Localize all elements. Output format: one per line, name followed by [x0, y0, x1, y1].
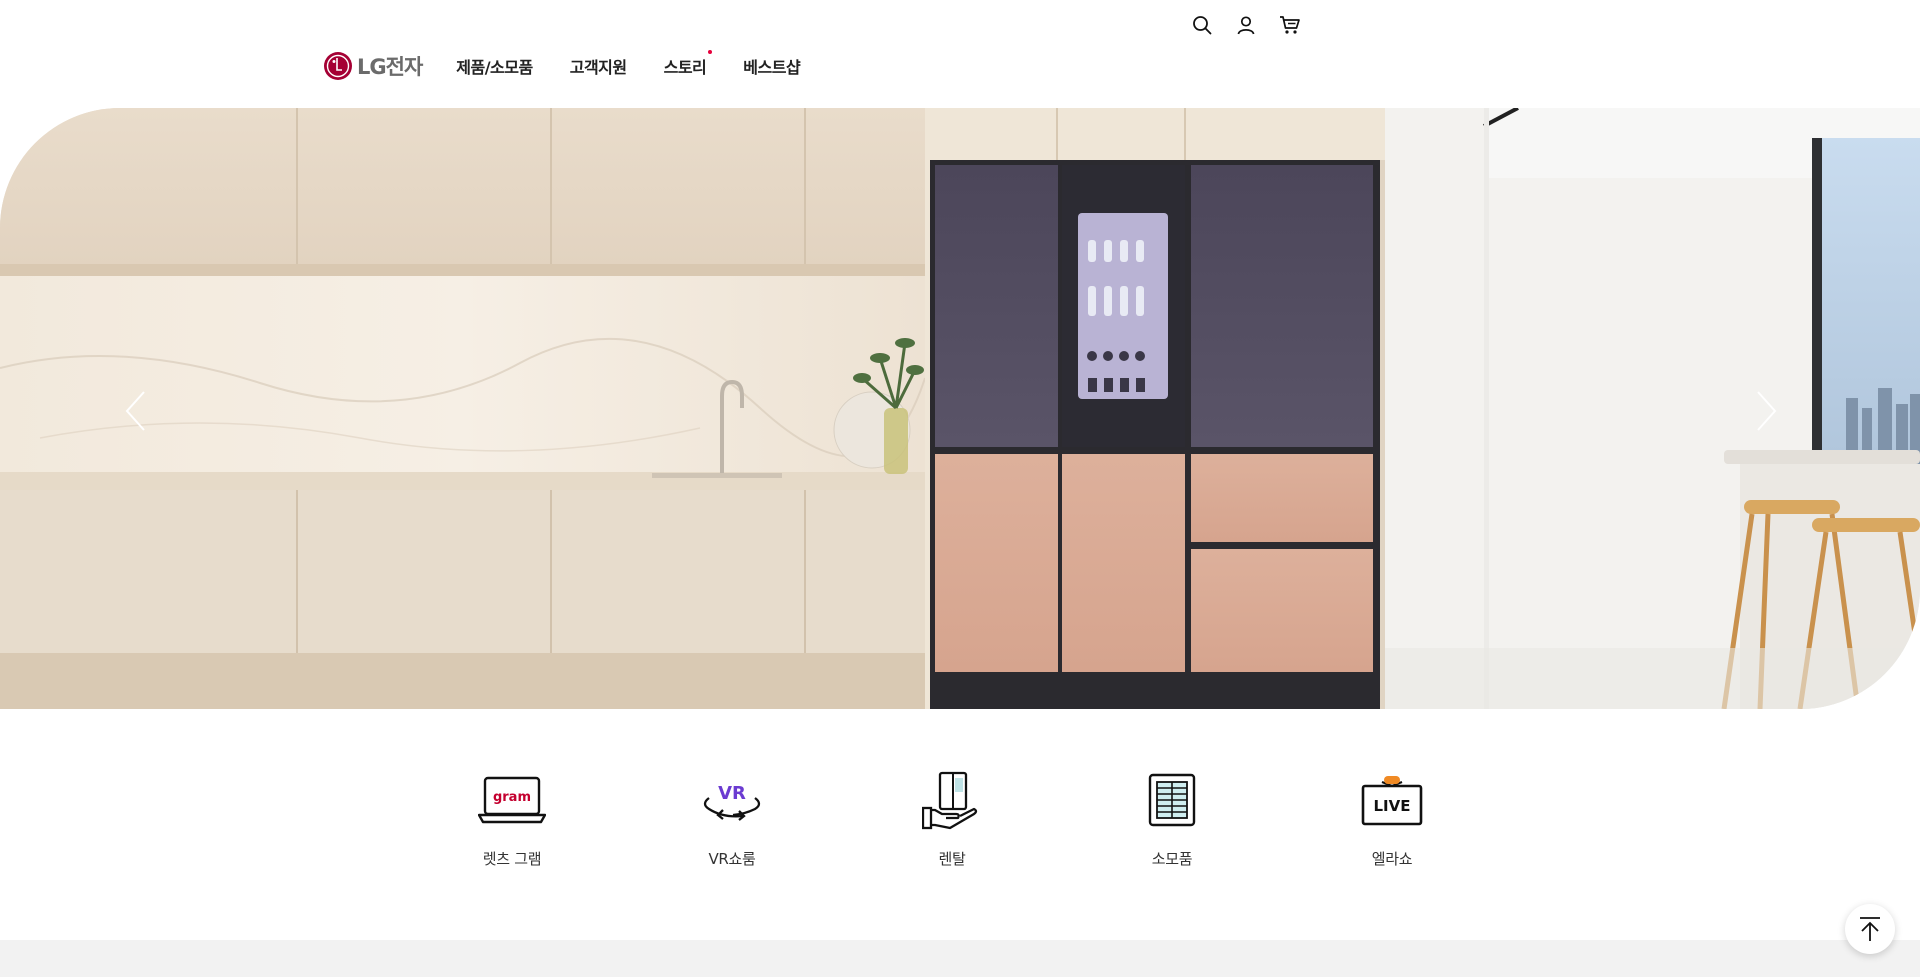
quick-item-rental[interactable]: 렌탈	[892, 768, 1012, 869]
footer-band	[0, 940, 1920, 977]
rental-fridge-hand-icon	[916, 768, 988, 832]
new-indicator-dot	[708, 50, 713, 54]
nav-item-story[interactable]: 스토리	[664, 50, 713, 78]
quick-item-label: 렛츠 그램	[482, 850, 542, 868]
scroll-to-top-button[interactable]	[1845, 904, 1895, 954]
quick-item-label: 엘라쇼	[1371, 850, 1413, 868]
logo-text: LG전자	[357, 55, 423, 79]
cart-icon[interactable]	[1278, 13, 1302, 37]
lg-face-logo-icon	[324, 52, 352, 80]
quick-item-label: 렌탈	[938, 850, 966, 868]
quick-item-label: 소모품	[1151, 850, 1193, 868]
svg-text:VR: VR	[718, 783, 746, 804]
carousel-next-arrow[interactable]	[1756, 390, 1796, 446]
hero-banner[interactable]	[0, 108, 1920, 709]
quick-menu: gram 렛츠 그램 VR VR쇼룸 렌탈 소모품 LIVE 엘라쇼	[452, 768, 1452, 869]
consumables-filter-icon	[1136, 768, 1208, 832]
quick-item-consumables[interactable]: 소모품	[1112, 768, 1232, 869]
search-icon[interactable]	[1190, 13, 1214, 37]
quick-item-label: VR쇼룸	[708, 850, 756, 868]
nav-item-products[interactable]: 제품/소모품	[456, 54, 533, 78]
quick-item-ella-show[interactable]: LIVE 엘라쇼	[1332, 768, 1452, 869]
nav-item-bestshop[interactable]: 베스트샵	[743, 54, 800, 78]
nav-item-support[interactable]: 고객지원	[570, 54, 627, 78]
lg-logo[interactable]: LG전자	[323, 51, 423, 81]
global-nav: LG전자 제품/소모품 고객지원 스토리 베스트샵	[323, 48, 837, 84]
arrow-up-icon	[1860, 917, 1880, 941]
svg-text:gram: gram	[493, 790, 531, 805]
svg-text:LIVE: LIVE	[1374, 797, 1411, 815]
live-tv-icon: LIVE	[1356, 768, 1428, 832]
hero-image	[0, 108, 1920, 709]
user-icon[interactable]	[1234, 13, 1258, 37]
quick-item-lets-gram[interactable]: gram 렛츠 그램	[452, 768, 572, 869]
quick-item-vr-showroom[interactable]: VR VR쇼룸	[672, 768, 792, 869]
utility-nav	[1190, 13, 1302, 37]
gram-laptop-icon: gram	[476, 768, 548, 832]
carousel-prev-arrow[interactable]	[124, 390, 164, 446]
vr-icon: VR	[696, 768, 768, 832]
